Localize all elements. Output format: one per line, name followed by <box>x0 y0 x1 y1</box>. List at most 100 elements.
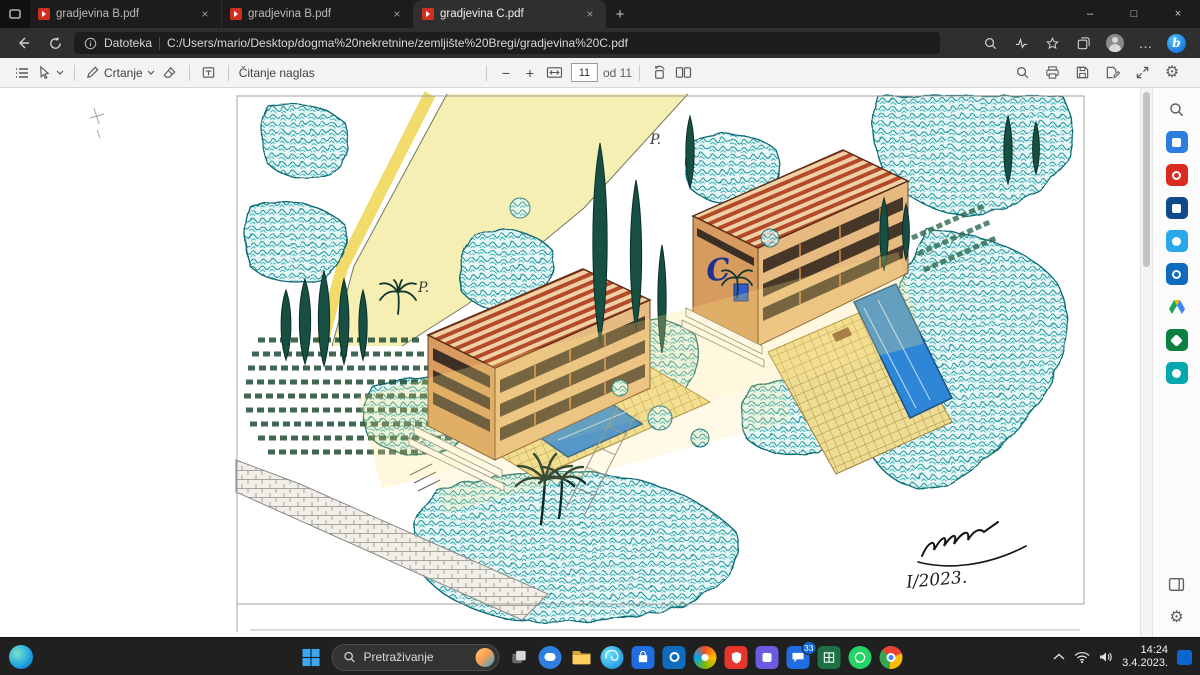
pdf-content-area[interactable]: P. P. C I/2023. <box>0 88 1152 637</box>
sidebar-outlook-icon[interactable] <box>1166 263 1188 285</box>
store-icon[interactable] <box>632 646 655 669</box>
print-icon[interactable] <box>1040 61 1064 85</box>
taskbar-center: Pretraživanje 33 <box>298 638 903 675</box>
start-button[interactable] <box>298 644 324 670</box>
sidebar-drive-icon[interactable] <box>1166 296 1188 318</box>
close-button[interactable]: × <box>1156 0 1200 28</box>
wifi-icon[interactable] <box>1074 651 1090 663</box>
tab-close-icon[interactable]: × <box>582 6 598 22</box>
avatar <box>1106 34 1124 52</box>
o-glyph <box>1172 270 1181 279</box>
tab-1[interactable]: gradjevina B.pdf × <box>30 0 222 28</box>
dot-glyph <box>1172 369 1181 378</box>
taskbar-search[interactable]: Pretraživanje <box>332 644 500 671</box>
maximize-button[interactable]: □ <box>1112 0 1156 28</box>
settings-more-icon[interactable]: … <box>1132 31 1159 55</box>
chrome-icon[interactable] <box>880 646 903 669</box>
search-highlight-image[interactable] <box>476 648 495 667</box>
tab-3-active[interactable]: gradjevina C.pdf × <box>414 0 606 28</box>
sidebar-search-icon[interactable] <box>1166 98 1188 120</box>
window-controls: – □ × <box>1068 0 1200 28</box>
workspaces-icon[interactable] <box>0 0 30 28</box>
taskbar: Pretraživanje 33 <box>0 637 1200 675</box>
teams-icon[interactable]: 33 <box>787 646 810 669</box>
pdf-favicon <box>230 8 242 20</box>
table-of-contents-icon[interactable] <box>10 61 34 85</box>
clock-time: 14:24 <box>1122 644 1168 657</box>
sidebar-app-teal-icon[interactable] <box>1166 362 1188 384</box>
sidebar-app-green-icon[interactable] <box>1166 329 1188 351</box>
sidebar-bottom: ⚙ <box>1166 573 1188 629</box>
read-aloud-label: Čitanje naglas <box>239 66 315 80</box>
eraser-icon[interactable] <box>158 61 182 85</box>
pdf-zoom-controls: − + od 11 <box>479 61 695 85</box>
sidebar-acrobat-icon[interactable] <box>1166 164 1188 186</box>
collections-icon[interactable] <box>1070 31 1097 55</box>
security-app-icon[interactable] <box>725 646 748 669</box>
find-icon[interactable] <box>1010 61 1034 85</box>
page-number-input[interactable] <box>571 63 598 82</box>
select-tool-icon[interactable] <box>34 61 67 85</box>
tab-close-icon[interactable]: × <box>197 6 213 22</box>
signature-date: I/2023. <box>904 568 968 593</box>
tray-chevron-up-icon[interactable] <box>1053 653 1065 661</box>
bubble-glyph <box>545 653 556 661</box>
vertical-scrollbar[interactable] <box>1140 88 1152 637</box>
sidebar-app-blue-icon[interactable] <box>1166 197 1188 219</box>
task-view-icon[interactable] <box>508 646 531 669</box>
divider <box>189 65 190 81</box>
fit-to-width-icon[interactable] <box>542 61 566 85</box>
draw-tool-button[interactable]: Crtanje <box>82 61 158 85</box>
settings-icon[interactable]: ⚙ <box>1160 61 1184 85</box>
refresh-icon[interactable] <box>42 31 68 55</box>
scrollbar-thumb[interactable] <box>1143 92 1150 267</box>
profile-avatar[interactable] <box>1101 31 1128 55</box>
copilot-icon[interactable]: b <box>1163 31 1190 55</box>
browser-essentials-icon[interactable] <box>1008 31 1035 55</box>
minimize-button[interactable]: – <box>1068 0 1112 28</box>
url-field[interactable]: Datoteka C:/Users/mario/Desktop/dogma%20… <box>74 32 940 54</box>
tab-2[interactable]: gradjevina B.pdf × <box>222 0 414 28</box>
loop-glyph <box>1172 171 1181 180</box>
square-glyph <box>763 653 772 662</box>
excel-icon[interactable] <box>818 646 841 669</box>
tab-close-icon[interactable]: × <box>389 6 405 22</box>
diamond-glyph <box>1170 334 1183 347</box>
square-glyph <box>1172 204 1181 213</box>
fullscreen-icon[interactable] <box>1130 61 1154 85</box>
add-text-icon[interactable] <box>197 61 221 85</box>
rotate-icon[interactable] <box>647 61 671 85</box>
search-icon[interactable] <box>977 31 1004 55</box>
divider <box>486 65 487 81</box>
sidebar-panel-icon[interactable] <box>1166 573 1188 595</box>
info-icon <box>84 37 97 50</box>
photos-icon[interactable] <box>694 646 717 669</box>
center-glyph <box>702 654 709 661</box>
save-as-icon[interactable] <box>1100 61 1124 85</box>
sidebar-app-lightblue-icon[interactable] <box>1166 230 1188 252</box>
dot-glyph <box>1172 237 1181 246</box>
read-aloud-button[interactable]: Čitanje naglas <box>236 61 318 85</box>
chat-icon[interactable] <box>539 646 562 669</box>
outlook-icon[interactable] <box>663 646 686 669</box>
chevron-down-icon <box>147 70 155 75</box>
edge-icon[interactable] <box>601 646 624 669</box>
new-tab-button[interactable]: + <box>606 0 634 28</box>
notifications-badge[interactable] <box>1177 650 1192 665</box>
tag-glyph <box>1172 138 1181 147</box>
save-icon[interactable] <box>1070 61 1094 85</box>
favorites-icon[interactable] <box>1039 31 1066 55</box>
page-view-icon[interactable] <box>671 61 695 85</box>
divider <box>228 65 229 81</box>
tray-clock[interactable]: 14:24 3.4.2023. <box>1122 644 1168 670</box>
zoom-out-icon[interactable]: − <box>494 61 518 85</box>
sidebar-settings-icon[interactable]: ⚙ <box>1166 607 1188 629</box>
purple-app-icon[interactable] <box>756 646 779 669</box>
sidebar-shopping-icon[interactable] <box>1166 131 1188 153</box>
edge-taskbar-icon[interactable] <box>9 645 33 669</box>
zoom-in-icon[interactable]: + <box>518 61 542 85</box>
whatsapp-icon[interactable] <box>849 646 872 669</box>
volume-icon[interactable] <box>1099 651 1113 663</box>
file-explorer-icon[interactable] <box>570 646 593 669</box>
back-icon[interactable] <box>10 31 36 55</box>
